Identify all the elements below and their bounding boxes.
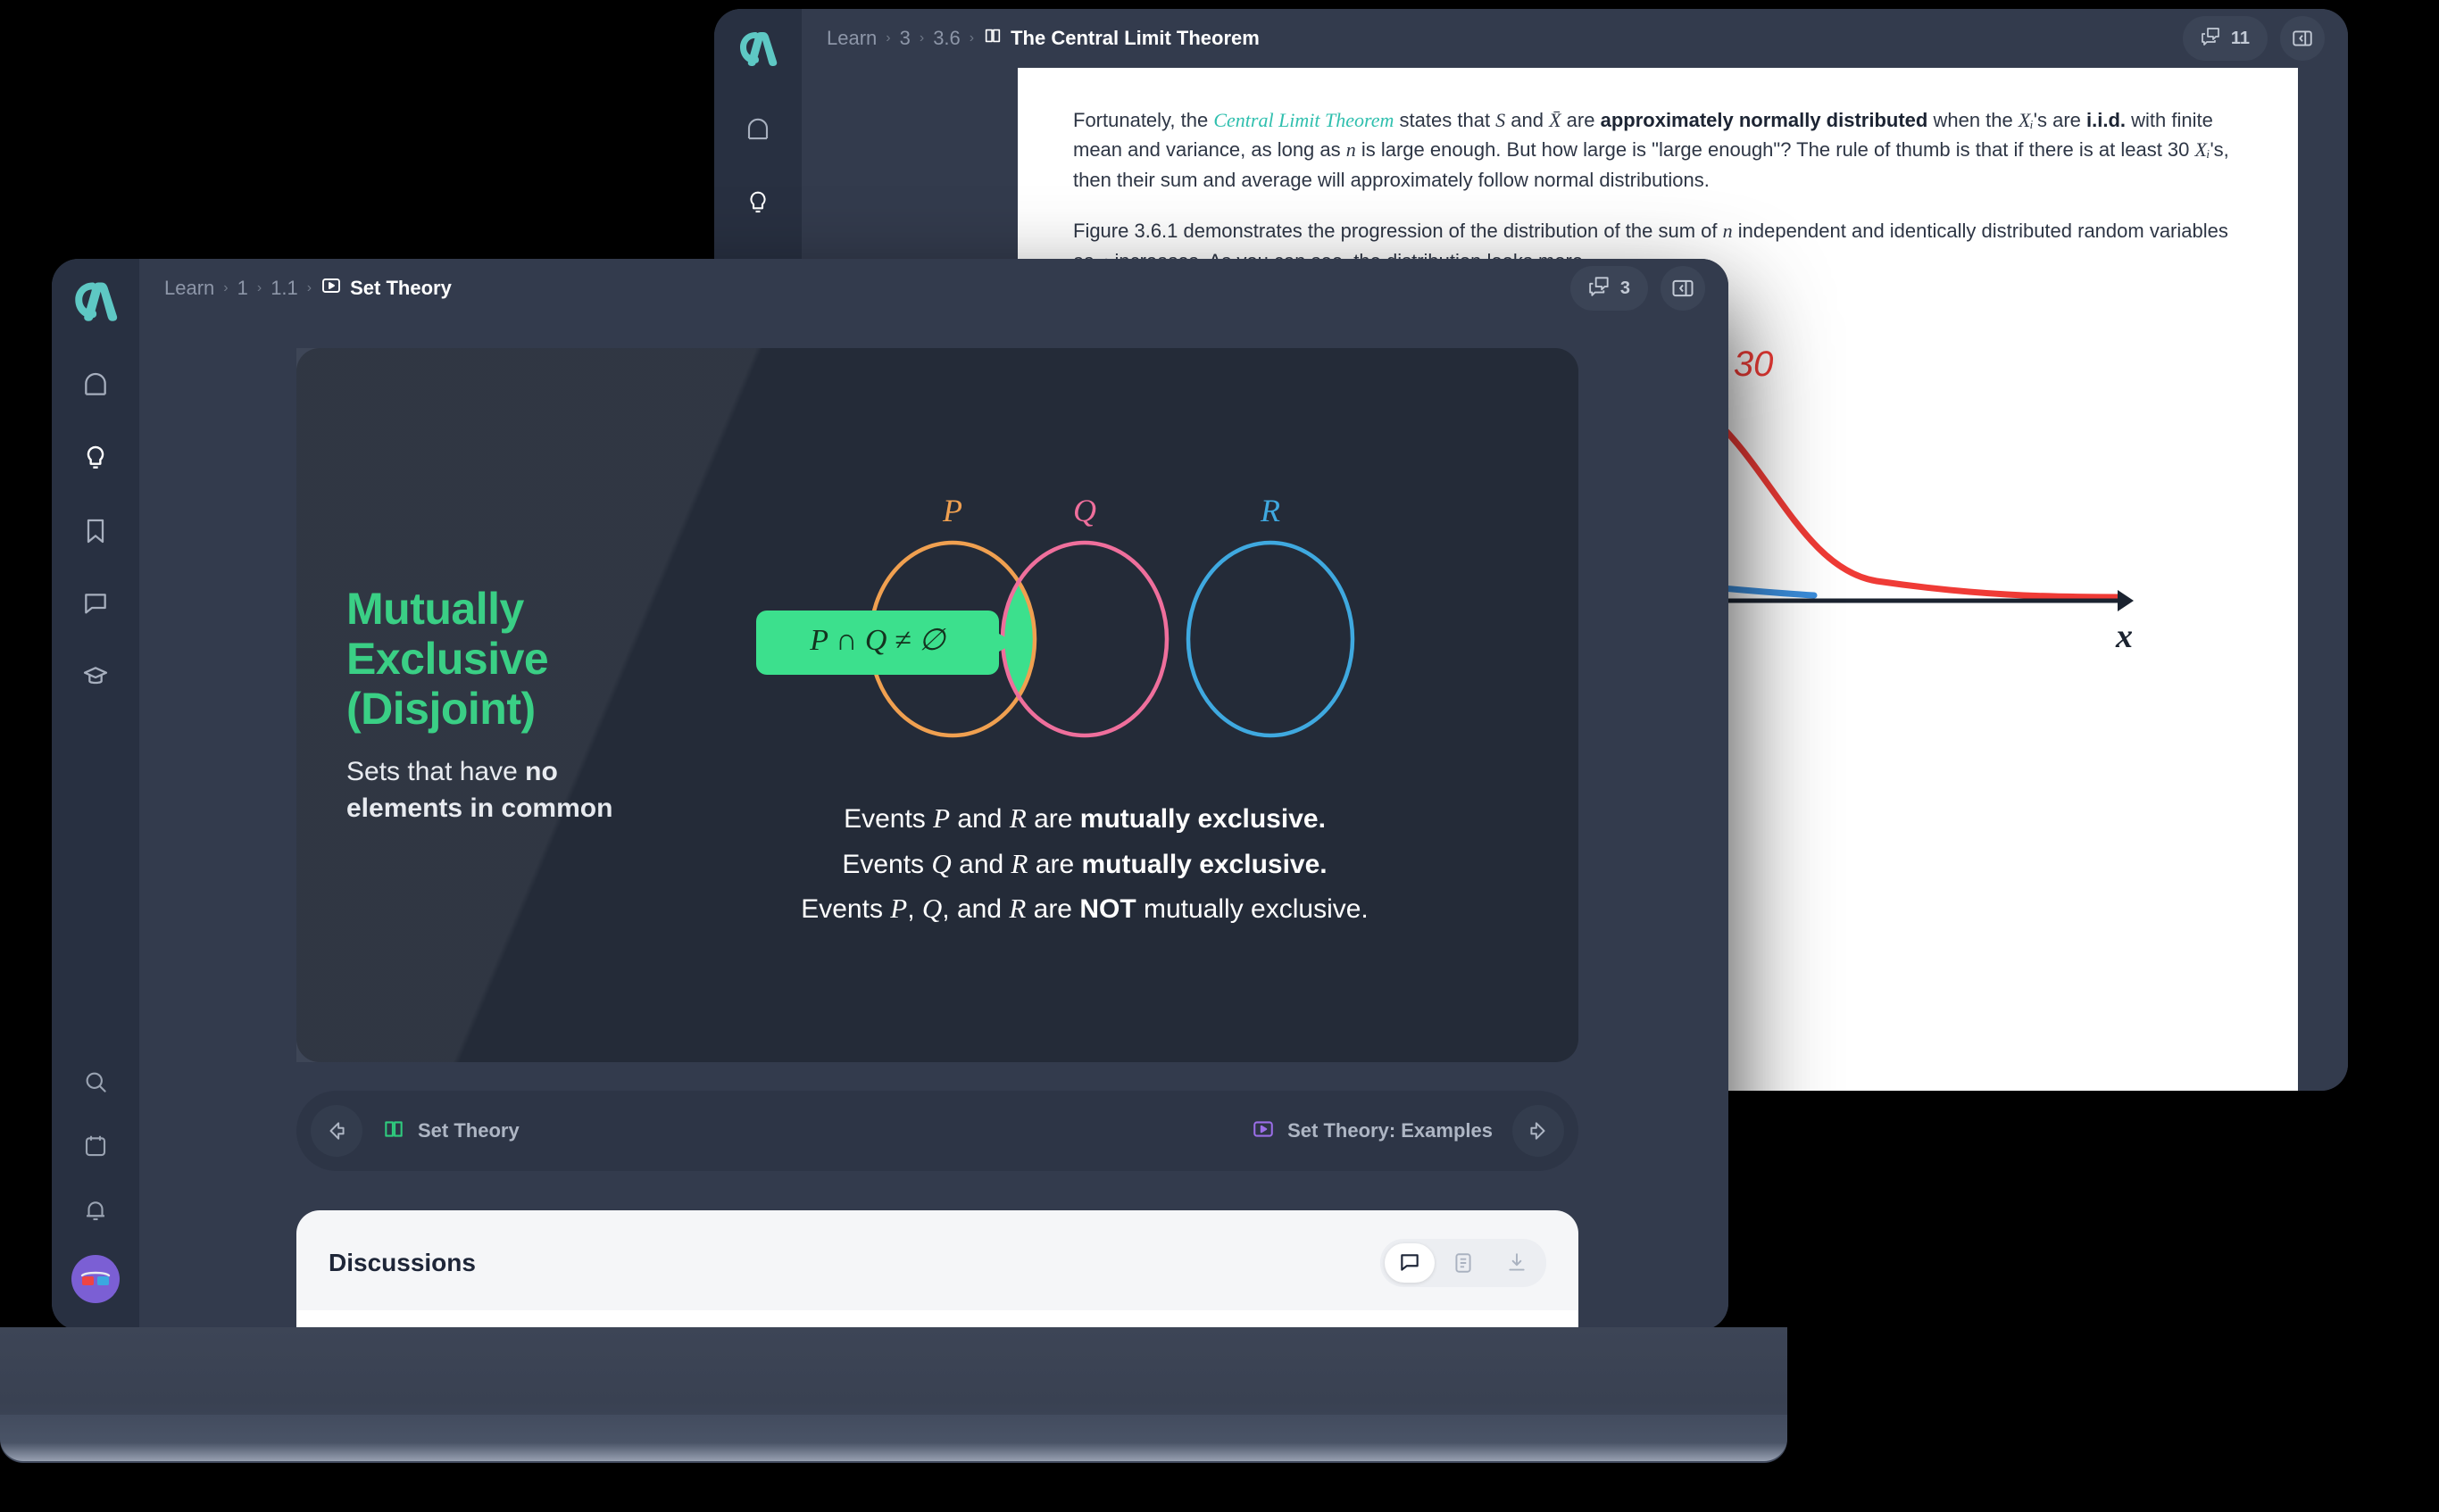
foreground-window[interactable]: Learn › 1 › 1.1 › Set Theory 3 Mutually … bbox=[52, 259, 1728, 1330]
breadcrumb-chapter[interactable]: 1 bbox=[237, 277, 248, 300]
venn-label-r: R bbox=[1260, 493, 1280, 528]
back-sidebar-nav bbox=[738, 110, 778, 222]
breadcrumb-separator: › bbox=[919, 30, 925, 46]
breadcrumb-chapter[interactable]: 3 bbox=[900, 27, 911, 50]
book-icon bbox=[983, 26, 1003, 51]
discussions-panel: Discussions bbox=[296, 1210, 1578, 1330]
breadcrumb-separator: › bbox=[969, 30, 975, 46]
calendar-icon[interactable] bbox=[76, 1126, 115, 1166]
breadcrumb-section[interactable]: 3.6 bbox=[933, 27, 961, 50]
breadcrumb-root[interactable]: Learn bbox=[164, 277, 214, 300]
venn-label-q: Q bbox=[1073, 493, 1096, 528]
venn-diagram: P Q R P ∩ Q ≠ ∅ bbox=[745, 478, 1424, 773]
sidebar-item-learn[interactable] bbox=[76, 438, 115, 478]
breadcrumb: Learn › 1 › 1.1 › Set Theory bbox=[164, 275, 452, 302]
front-content: Mutually Exclusive (Disjoint) Sets that … bbox=[139, 318, 1728, 1330]
previous-lesson-chip[interactable]: Set Theory bbox=[382, 1117, 520, 1145]
comments-icon bbox=[2201, 25, 2222, 52]
discussion-count-pill[interactable]: 3 bbox=[1569, 266, 1648, 311]
front-sidebar-nav bbox=[76, 365, 115, 697]
sidebar-item-discussions[interactable] bbox=[76, 585, 115, 624]
tab-notes[interactable] bbox=[1438, 1243, 1488, 1283]
statement-3: Events P, Q, and R are NOT mutually excl… bbox=[801, 893, 1369, 925]
venn-callout-label: P ∩ Q ≠ ∅ bbox=[809, 624, 946, 657]
slide-title: Mutually Exclusive (Disjoint) bbox=[346, 583, 549, 734]
chart-xlabel: x bbox=[2115, 618, 2133, 655]
discussion-count-pill[interactable]: 11 bbox=[2182, 16, 2268, 61]
slide-text-block: Mutually Exclusive (Disjoint) Sets that … bbox=[346, 584, 641, 827]
panel-toggle-button[interactable] bbox=[2280, 16, 2325, 61]
breadcrumb-current-label: The Central Limit Theorem bbox=[1011, 27, 1260, 49]
sidebar-item-courses[interactable] bbox=[76, 658, 115, 697]
statement-2: Events Q and R are mutually exclusive. bbox=[842, 847, 1328, 879]
front-sidebar bbox=[52, 259, 139, 1330]
tab-downloads[interactable] bbox=[1492, 1243, 1542, 1283]
screenshot-stage: Learn › 3 › 3.6 › The Central Limit Theo… bbox=[0, 0, 2439, 1512]
sidebar-item-home[interactable] bbox=[76, 365, 115, 404]
venn-callout: P ∩ Q ≠ ∅ bbox=[756, 611, 1015, 676]
panel-toggle-button[interactable] bbox=[1661, 266, 1705, 311]
video-icon bbox=[320, 275, 342, 302]
back-topbar: Learn › 3 › 3.6 › The Central Limit Theo… bbox=[802, 9, 2348, 68]
device-base-foot bbox=[0, 1448, 1784, 1480]
bell-icon[interactable] bbox=[76, 1191, 115, 1230]
breadcrumb: Learn › 3 › 3.6 › The Central Limit Theo… bbox=[827, 26, 1260, 51]
codingacademy-logo[interactable] bbox=[737, 29, 779, 72]
breadcrumb-current: Set Theory bbox=[320, 275, 452, 302]
slide-figure-block: P Q R P ∩ Q ≠ ∅ Events P and R are mutua… bbox=[641, 478, 1528, 932]
back-topbar-actions: 11 bbox=[2182, 16, 2325, 61]
discussions-tab-group bbox=[1380, 1239, 1546, 1287]
breadcrumb-separator: › bbox=[886, 30, 891, 46]
sidebar-item-home[interactable] bbox=[738, 110, 778, 149]
front-topbar: Learn › 1 › 1.1 › Set Theory 3 bbox=[139, 259, 1728, 318]
central-limit-theorem-link[interactable]: Central Limit Theorem bbox=[1213, 109, 1394, 131]
breadcrumb-current-label: Set Theory bbox=[350, 277, 452, 299]
breadcrumb-separator: › bbox=[306, 280, 312, 295]
slide-subtitle: Sets that have no elements in common bbox=[346, 756, 613, 823]
breadcrumb-separator: › bbox=[256, 280, 262, 295]
book-icon bbox=[382, 1117, 405, 1145]
sidebar-item-learn[interactable] bbox=[738, 183, 778, 222]
statement-1: Events P and R are mutually exclusive. bbox=[844, 802, 1326, 835]
search-icon[interactable] bbox=[76, 1062, 115, 1101]
front-sidebar-bottom bbox=[71, 1062, 120, 1330]
discussions-title: Discussions bbox=[329, 1249, 476, 1276]
front-topbar-actions: 3 bbox=[1569, 266, 1705, 311]
venn-label-p: P bbox=[942, 493, 962, 528]
breadcrumb-current: The Central Limit Theorem bbox=[983, 26, 1260, 51]
discussions-header: Discussions bbox=[296, 1210, 1578, 1287]
breadcrumb-section[interactable]: 1.1 bbox=[271, 277, 298, 300]
previous-lesson-button[interactable] bbox=[311, 1105, 362, 1157]
next-lesson-button[interactable] bbox=[1512, 1105, 1564, 1157]
video-icon bbox=[1252, 1117, 1275, 1145]
breadcrumb-separator: › bbox=[223, 280, 229, 295]
sidebar-item-bookmarks[interactable] bbox=[76, 511, 115, 551]
discussion-count-label: 11 bbox=[2230, 28, 2250, 48]
tab-comments[interactable] bbox=[1385, 1243, 1435, 1283]
previous-lesson-label: Set Theory bbox=[418, 1119, 520, 1142]
breadcrumb-root[interactable]: Learn bbox=[827, 27, 877, 50]
discussion-count-label: 3 bbox=[1619, 278, 1630, 298]
next-lesson-label: Set Theory: Examples bbox=[1287, 1119, 1493, 1142]
document-paragraph-1: Fortunately, the Central Limit Theorem s… bbox=[1073, 109, 2229, 191]
comments-icon bbox=[1588, 274, 1611, 303]
avatar[interactable] bbox=[71, 1255, 120, 1303]
slide-statements: Events P and R are mutually exclusive. E… bbox=[801, 796, 1369, 932]
codingacademy-logo[interactable] bbox=[71, 278, 121, 328]
lesson-slide: Mutually Exclusive (Disjoint) Sets that … bbox=[296, 348, 1578, 1062]
next-lesson-chip[interactable]: Set Theory: Examples bbox=[1252, 1117, 1493, 1145]
lesson-navigation-bar: Set Theory Set Theory: Examples bbox=[296, 1091, 1578, 1171]
